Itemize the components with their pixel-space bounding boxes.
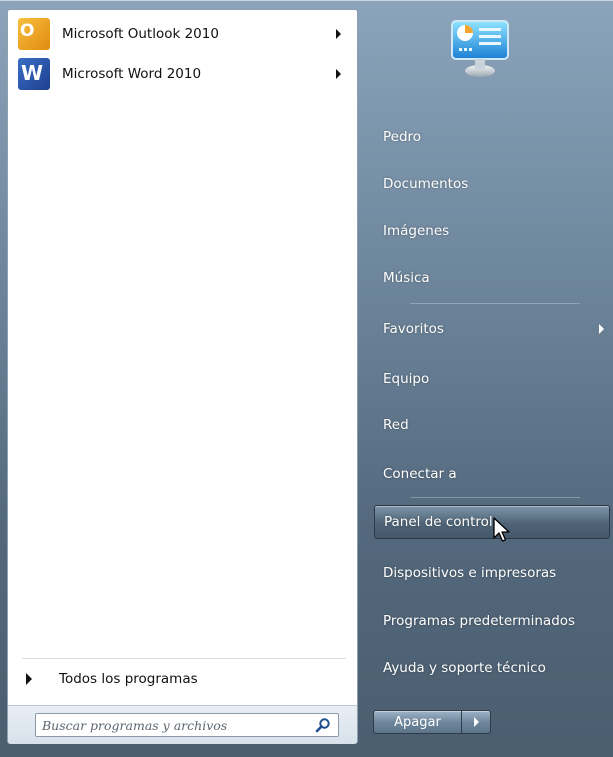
search-box[interactable] [35, 713, 339, 737]
menu-item-documentos[interactable]: Documentos [374, 167, 610, 201]
menu-item-dispositivos[interactable]: Dispositivos e impresoras [374, 556, 610, 590]
control-panel-picture-icon [451, 20, 509, 77]
menu-item-programas-predeterminados[interactable]: Programas predeterminados [374, 604, 610, 638]
menu-item-label: Pedro [383, 129, 422, 145]
menu-item-label: Conectar a [383, 466, 457, 482]
submenu-arrow-icon[interactable] [336, 69, 341, 79]
program-word[interactable]: W Microsoft Word 2010 [12, 54, 353, 94]
menu-item-ayuda[interactable]: Ayuda y soporte técnico [374, 651, 610, 685]
menu-item-label: Ayuda y soporte técnico [383, 660, 546, 676]
submenu-arrow-icon [599, 324, 604, 334]
program-label: Microsoft Outlook 2010 [62, 26, 219, 42]
menu-item-panel-de-control[interactable]: Panel de control [374, 505, 610, 539]
program-outlook[interactable]: O Microsoft Outlook 2010 [12, 14, 353, 54]
menu-item-label: Dispositivos e impresoras [383, 565, 557, 581]
search-area [8, 705, 357, 744]
menu-item-label: Documentos [383, 176, 469, 192]
menu-item-musica[interactable]: Música [374, 261, 610, 295]
search-input[interactable] [42, 714, 302, 736]
menu-item-favoritos[interactable]: Favoritos [374, 312, 610, 346]
divider [410, 303, 580, 304]
menu-item-red[interactable]: Red [374, 408, 610, 442]
menu-item-equipo[interactable]: Equipo [374, 362, 610, 396]
menu-item-label: Favoritos [383, 321, 444, 337]
triangle-right-icon [26, 673, 32, 685]
mouse-cursor-icon [493, 517, 510, 542]
submenu-arrow-icon[interactable] [336, 29, 341, 39]
program-label: Microsoft Word 2010 [62, 66, 202, 82]
menu-item-label: Red [383, 417, 409, 433]
outlook-icon: O [18, 18, 50, 50]
divider [410, 497, 580, 498]
menu-item-label: Panel de control [384, 514, 493, 530]
shutdown-options-button[interactable] [461, 710, 491, 734]
shutdown-group: Apagar [373, 710, 491, 734]
divider [22, 658, 346, 659]
all-programs-button[interactable]: Todos los programas [12, 662, 353, 696]
menu-item-conectar-a[interactable]: Conectar a [374, 457, 610, 491]
start-menu: O Microsoft Outlook 2010 W Microsoft Wor… [0, 0, 613, 757]
menu-item-imagenes[interactable]: Imágenes [374, 214, 610, 248]
shutdown-button[interactable]: Apagar [373, 710, 461, 734]
menu-item-label: Equipo [383, 371, 430, 387]
menu-item-label: Programas predeterminados [383, 613, 576, 629]
all-programs-label: Todos los programas [59, 671, 198, 687]
menu-item-pedro[interactable]: Pedro [374, 120, 610, 154]
word-icon: W [18, 58, 50, 90]
menu-item-label: Música [383, 270, 430, 286]
shutdown-label: Apagar [394, 714, 441, 730]
programs-pane: O Microsoft Outlook 2010 W Microsoft Wor… [7, 9, 358, 744]
menu-item-label: Imágenes [383, 223, 450, 239]
chevron-right-icon [473, 717, 479, 727]
search-icon[interactable] [315, 717, 331, 733]
